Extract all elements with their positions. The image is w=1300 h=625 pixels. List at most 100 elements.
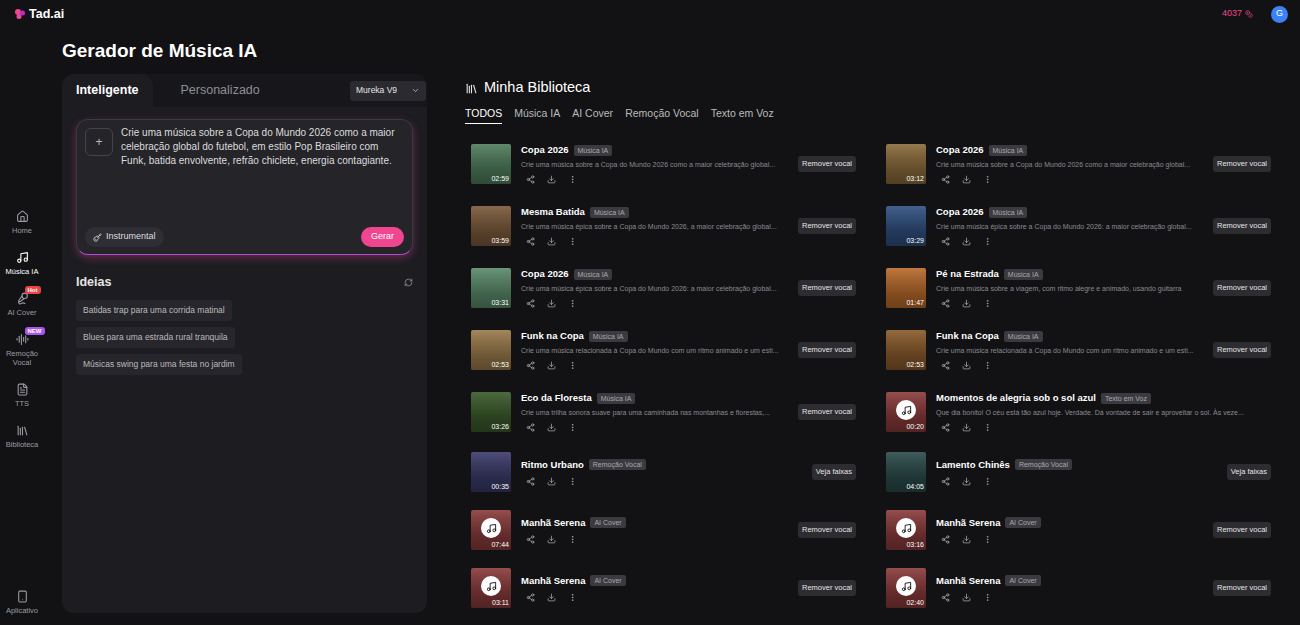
track-title[interactable]: Mesma Batida [521, 206, 585, 218]
track-thumbnail[interactable]: 03:12 [886, 144, 926, 184]
download-icon[interactable] [962, 423, 971, 432]
sidebar-item[interactable]: Biblioteca [0, 420, 44, 453]
more-icon[interactable] [568, 299, 577, 308]
track-action-button[interactable]: Remover vocal [798, 280, 856, 296]
download-icon[interactable] [547, 175, 556, 184]
track-action-button[interactable]: Remover vocal [1213, 218, 1271, 234]
track-item[interactable]: 03:59Mesma BatidaMúsica IACrie uma músic… [465, 195, 860, 257]
instrumental-button[interactable]: Instrumental [85, 227, 164, 247]
more-icon[interactable] [983, 423, 992, 432]
track-thumbnail[interactable]: 02:53 [471, 330, 511, 370]
library-tab[interactable]: Música IA [514, 107, 560, 124]
prompt-box[interactable]: +Crie uma música sobre a Copa do Mundo 2… [76, 119, 413, 255]
generator-tab[interactable]: Personalizado [153, 74, 288, 107]
more-icon[interactable] [568, 535, 577, 544]
track-item[interactable]: 04:05Lamento ChinêsRemoção VocalVeja fai… [880, 443, 1275, 501]
download-icon[interactable] [962, 237, 971, 246]
track-action-button[interactable]: Remover vocal [1213, 280, 1271, 296]
track-item[interactable]: 02:53Funk na CopaMúsica IACrie uma músic… [880, 319, 1275, 381]
share-icon[interactable] [526, 175, 535, 184]
add-button[interactable]: + [85, 128, 113, 156]
track-title[interactable]: Copa 2026 [521, 268, 569, 280]
download-icon[interactable] [547, 299, 556, 308]
credits[interactable]: 4037 [1222, 7, 1253, 21]
track-item[interactable]: 02:53Funk na CopaMúsica IACrie uma músic… [465, 319, 860, 381]
track-item[interactable]: 02:40Manhã SerenaAI CoverRemover vocal [880, 559, 1275, 617]
more-icon[interactable] [983, 175, 992, 184]
share-icon[interactable] [526, 535, 535, 544]
share-icon[interactable] [526, 299, 535, 308]
share-icon[interactable] [941, 423, 950, 432]
track-action-button[interactable]: Remover vocal [798, 342, 856, 358]
track-item[interactable]: 02:59Copa 2026Música IACrie uma música s… [465, 133, 860, 195]
more-icon[interactable] [983, 477, 992, 486]
share-icon[interactable] [941, 361, 950, 370]
logo[interactable]: Tad.ai [14, 5, 64, 24]
share-icon[interactable] [941, 477, 950, 486]
sidebar-item[interactable]: Aplicativo [0, 586, 44, 619]
track-title[interactable]: Manhã Serena [936, 517, 1000, 529]
more-icon[interactable] [568, 593, 577, 602]
track-thumbnail[interactable]: 00:35 [471, 452, 511, 492]
idea-chip[interactable]: Blues para uma estrada rural tranquila [76, 327, 235, 348]
track-item[interactable]: 01:47Pé na EstradaMúsica IACrie uma músi… [880, 257, 1275, 319]
track-item[interactable]: 03:31Copa 2026Música IACrie uma música é… [465, 257, 860, 319]
track-thumbnail[interactable]: 03:59 [471, 206, 511, 246]
track-thumbnail[interactable]: 03:26 [471, 392, 511, 432]
track-title[interactable]: Manhã Serena [521, 517, 585, 529]
track-action-button[interactable]: Remover vocal [798, 522, 856, 538]
download-icon[interactable] [962, 477, 971, 486]
library-tab[interactable]: AI Cover [572, 107, 613, 124]
track-title[interactable]: Manhã Serena [936, 575, 1000, 587]
track-action-button[interactable]: Veja faixas [1227, 464, 1271, 480]
track-action-button[interactable]: Remover vocal [1213, 522, 1271, 538]
share-icon[interactable] [526, 477, 535, 486]
idea-chip[interactable]: Músicas swing para uma festa no jardim [76, 354, 242, 375]
download-icon[interactable] [547, 477, 556, 486]
track-title[interactable]: Ritmo Urbano [521, 459, 584, 471]
track-item[interactable]: 03:29Copa 2026Música IACrie uma música é… [880, 195, 1275, 257]
track-action-button[interactable]: Remover vocal [798, 580, 856, 596]
sidebar-item[interactable]: Home [0, 206, 44, 239]
share-icon[interactable] [941, 175, 950, 184]
track-title[interactable]: Pé na Estrada [936, 268, 999, 280]
library-tab[interactable]: Remoção Vocal [625, 107, 699, 124]
more-icon[interactable] [568, 237, 577, 246]
track-thumbnail[interactable]: 03:31 [471, 268, 511, 308]
idea-chip[interactable]: Batidas trap para uma corrida matinal [76, 300, 232, 321]
download-icon[interactable] [962, 299, 971, 308]
track-thumbnail[interactable]: 02:59 [471, 144, 511, 184]
track-thumbnail[interactable]: 03:16 [886, 510, 926, 550]
download-icon[interactable] [962, 361, 971, 370]
track-item[interactable]: 07:44Manhã SerenaAI CoverRemover vocal [465, 501, 860, 559]
track-thumbnail[interactable]: 02:53 [886, 330, 926, 370]
track-thumbnail[interactable]: 07:44 [471, 510, 511, 550]
share-icon[interactable] [941, 593, 950, 602]
share-icon[interactable] [941, 299, 950, 308]
track-action-button[interactable]: Remover vocal [1213, 342, 1271, 358]
download-icon[interactable] [962, 175, 971, 184]
download-icon[interactable] [547, 593, 556, 602]
sidebar-item[interactable]: HotAI Cover [0, 288, 44, 321]
track-title[interactable]: Copa 2026 [521, 144, 569, 156]
library-tab[interactable]: Texto em Voz [711, 107, 774, 124]
more-icon[interactable] [568, 477, 577, 486]
download-icon[interactable] [547, 361, 556, 370]
track-title[interactable]: Manhã Serena [521, 575, 585, 587]
track-item[interactable]: 00:20Momentos de alegria sob o sol azulT… [880, 381, 1275, 443]
track-title[interactable]: Eco da Floresta [521, 392, 592, 404]
track-item[interactable]: 03:11Manhã SerenaAI CoverRemover vocal [465, 559, 860, 617]
more-icon[interactable] [568, 175, 577, 184]
track-title[interactable]: Momentos de alegria sob o sol azul [936, 392, 1096, 404]
generate-button[interactable]: Gerar [361, 227, 404, 247]
track-item[interactable]: 03:26Eco da FlorestaMúsica IACrie uma tr… [465, 381, 860, 443]
track-thumbnail[interactable]: 04:05 [886, 452, 926, 492]
more-icon[interactable] [983, 361, 992, 370]
share-icon[interactable] [526, 593, 535, 602]
track-thumbnail[interactable]: 03:29 [886, 206, 926, 246]
prompt-text[interactable]: Crie uma música sobre a Copa do Mundo 20… [113, 120, 412, 223]
download-icon[interactable] [962, 535, 971, 544]
sidebar-item[interactable]: Música IA [0, 247, 44, 280]
download-icon[interactable] [547, 423, 556, 432]
share-icon[interactable] [941, 535, 950, 544]
